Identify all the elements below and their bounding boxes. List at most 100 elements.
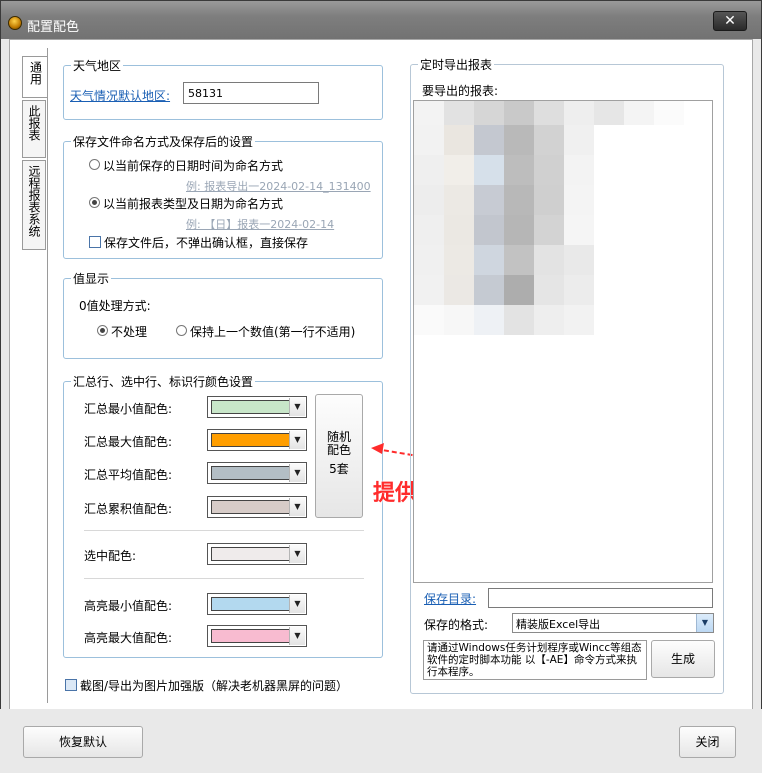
blur-cell	[624, 305, 654, 335]
blur-cell	[654, 125, 684, 155]
color-picker-selected[interactable]: ▼	[207, 543, 307, 565]
color-swatch-sum-max	[211, 433, 290, 447]
blur-cell	[414, 275, 444, 305]
blur-cell	[654, 305, 684, 335]
tab-remote-report[interactable]: 远程报表系统	[22, 160, 46, 250]
naming-group-title: 保存文件命名方式及保存后的设置	[71, 133, 256, 150]
blur-cell	[504, 155, 534, 185]
blur-cell	[564, 185, 594, 215]
blur-cell	[414, 245, 444, 275]
reports-label: 要导出的报表:	[422, 84, 499, 98]
tab-remote-report-label: 远程报表系统	[27, 165, 41, 237]
blur-cell	[474, 125, 504, 155]
blur-cell	[654, 155, 684, 185]
blur-cell	[414, 155, 444, 185]
blur-cell	[594, 185, 624, 215]
report-list[interactable]	[413, 100, 713, 583]
blur-cell	[624, 275, 654, 305]
title-bar[interactable]: 配置配色 ✕	[1, 1, 761, 39]
chevron-down-icon: ▼	[289, 627, 305, 645]
blur-cell	[534, 215, 564, 245]
blur-cell	[504, 125, 534, 155]
close-button[interactable]: 关闭	[679, 726, 736, 758]
blur-cell	[654, 185, 684, 215]
screenshot-enhanced-label: 截图/导出为图片加强版（解决老机器黑屏的问题）	[80, 679, 349, 693]
color-label-sum-avg: 汇总平均值配色:	[84, 468, 173, 482]
colors-group-title: 汇总行、选中行、标识行颜色设置	[71, 373, 256, 390]
reset-default-button[interactable]: 恢复默认	[23, 726, 143, 758]
color-picker-sum-min[interactable]: ▼	[207, 396, 307, 418]
window-close-button[interactable]: ✕	[713, 11, 747, 31]
zero-option2-label: 保持上一个数值(第一行不适用)	[190, 325, 356, 339]
blur-cell	[474, 305, 504, 335]
generate-button[interactable]: 生成	[651, 640, 715, 678]
color-swatch-hl-max	[211, 629, 290, 643]
value-display-group-title: 值显示	[71, 270, 112, 287]
tab-general[interactable]: 通用	[22, 56, 48, 98]
naming-option1-label: 以当前保存的日期时间为命名方式	[103, 159, 284, 173]
schedule-note: 请通过Windows任务计划程序或Wincc等组态软件的定时脚本功能 以【-AE…	[423, 640, 647, 680]
color-swatch-selected	[211, 547, 290, 561]
save-dir-link[interactable]: 保存目录:	[424, 590, 476, 607]
color-label-hl-max: 高亮最大值配色:	[84, 631, 173, 645]
chevron-down-icon: ▼	[289, 431, 305, 449]
blur-cell	[414, 101, 444, 125]
blur-cell	[444, 245, 474, 275]
blur-cell	[624, 155, 654, 185]
no-confirm-checkbox[interactable]	[89, 236, 101, 248]
color-picker-sum-avg[interactable]: ▼	[207, 462, 307, 484]
zero-option2-radio[interactable]	[176, 325, 187, 336]
zero-option1-radio[interactable]	[97, 325, 108, 336]
blur-cell	[594, 215, 624, 245]
blur-cell	[414, 125, 444, 155]
blur-cell	[504, 215, 534, 245]
format-select[interactable]: 精装版Excel导出 ▼	[512, 613, 714, 633]
blur-cell	[444, 275, 474, 305]
blur-cell	[624, 125, 654, 155]
weather-region-input[interactable]	[183, 82, 319, 104]
blur-cell	[594, 101, 624, 125]
divider	[84, 530, 364, 531]
blur-cell	[504, 275, 534, 305]
chevron-down-icon: ▼	[289, 498, 305, 516]
blur-cell	[414, 215, 444, 245]
value-display-group: 值显示	[63, 270, 383, 359]
blur-cell	[654, 101, 684, 125]
blur-cell	[504, 185, 534, 215]
blur-cell	[594, 275, 624, 305]
blur-cell	[534, 125, 564, 155]
color-picker-hl-min[interactable]: ▼	[207, 593, 307, 615]
tab-general-label: 通用	[28, 61, 43, 85]
blur-cell	[624, 245, 654, 275]
color-label-sum-min: 汇总最小值配色:	[84, 402, 173, 416]
naming-option2-radio[interactable]	[89, 197, 100, 208]
blur-cell	[564, 275, 594, 305]
blur-cell	[534, 275, 564, 305]
color-label-selected: 选中配色:	[84, 549, 137, 563]
color-swatch-sum-min	[211, 400, 290, 414]
color-picker-sum-max[interactable]: ▼	[207, 429, 307, 451]
blur-cell	[564, 125, 594, 155]
blur-cell	[624, 185, 654, 215]
color-swatch-hl-min	[211, 597, 290, 611]
blur-cell	[474, 155, 504, 185]
blur-cell	[624, 101, 654, 125]
weather-region-link[interactable]: 天气情况默认地区:	[70, 87, 170, 104]
blur-cell	[474, 101, 504, 125]
save-dir-input[interactable]	[488, 588, 713, 608]
blur-cell	[504, 245, 534, 275]
blur-cell	[414, 305, 444, 335]
color-picker-sum-cum[interactable]: ▼	[207, 496, 307, 518]
random-color-line3: 5套	[329, 462, 349, 476]
blur-cell	[654, 245, 684, 275]
tab-this-report[interactable]: 此报表	[22, 100, 46, 158]
color-picker-hl-max[interactable]: ▼	[207, 625, 307, 647]
screenshot-enhanced-checkbox[interactable]	[65, 679, 77, 691]
naming-option1-radio[interactable]	[89, 159, 100, 170]
zero-option1-label: 不处理	[111, 325, 148, 339]
color-label-sum-cum: 汇总累积值配色:	[84, 502, 173, 516]
color-label-hl-min: 高亮最小值配色:	[84, 599, 173, 613]
random-color-button[interactable]: 随机 配色 5套	[315, 394, 363, 518]
blur-cell	[474, 215, 504, 245]
color-swatch-sum-cum	[211, 500, 290, 514]
